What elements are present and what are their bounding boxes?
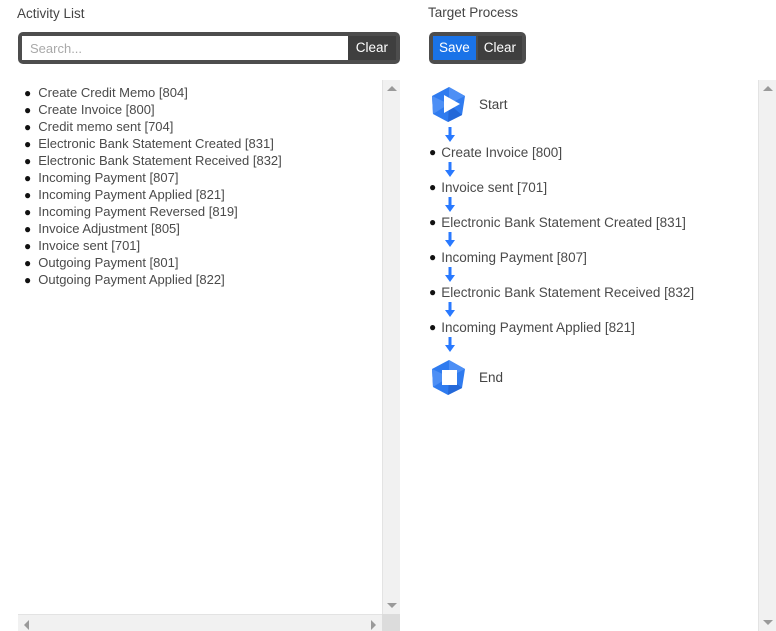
bullet-icon: ● [429,285,437,299]
activity-list-item[interactable]: ● Electronic Bank Statement Created [831] [18,135,381,152]
activity-list-item-label: Invoice sent [701] [38,238,141,253]
activity-list-pane[interactable]: ● Create Credit Memo [804] ● Create Invoice… [18,80,400,631]
bullet-icon: ● [24,86,32,100]
bullet-icon: ● [24,239,32,253]
scrollbar-corner [382,614,400,631]
activity-list-item[interactable]: ● Incoming Payment Applied [821] [18,186,381,203]
activity-list-item-label: Incoming Payment [807] [38,170,179,185]
target-process-title: Target Process [428,5,519,20]
bullet-icon: ● [429,250,437,264]
activity-list-item-label: Incoming Payment Reversed [819] [38,204,238,219]
app-root: Activity List Clear Target Process Save … [0,0,776,631]
activity-list-item-label: Create Invoice [800] [38,102,155,117]
process-step-label: Create Invoice [800] [441,144,563,160]
target-vertical-scrollbar[interactable] [758,80,776,631]
activity-list-item-label: Electronic Bank Statement Received [832] [38,153,282,168]
flow-connector [428,231,758,248]
process-step[interactable]: ● Incoming Payment Applied [821] [428,318,758,336]
bullet-icon: ● [429,145,437,159]
scroll-right-arrow-icon[interactable] [371,620,376,630]
target-process-flow: Start ● Create Invoice [800] ● Invoice sent… [428,80,758,631]
search-input[interactable] [22,36,348,60]
down-arrow-icon [445,301,455,317]
activity-list-title: Activity List [17,6,85,21]
activity-list-item[interactable]: ● Incoming Payment [807] [18,169,381,186]
activity-horizontal-scrollbar[interactable] [18,614,382,631]
scroll-up-arrow-icon[interactable] [387,86,397,91]
scroll-down-arrow-icon[interactable] [387,603,397,608]
process-step[interactable]: ● Electronic Bank Statement Created [831] [428,213,758,231]
flow-connector [428,161,758,178]
process-step[interactable]: ● Incoming Payment [807] [428,248,758,266]
bullet-icon: ● [24,256,32,270]
scroll-up-arrow-icon[interactable] [763,86,773,91]
bullet-icon: ● [429,215,437,229]
process-start-node[interactable]: Start [428,82,758,126]
activity-vertical-scrollbar[interactable] [382,80,400,614]
process-step-label: Invoice sent [701] [441,179,548,195]
start-node-icon [432,87,465,122]
bullet-icon: ● [24,137,32,151]
down-arrow-icon [445,231,455,247]
bullet-icon: ● [24,188,32,202]
activity-list-item-label: Incoming Payment Applied [821] [38,187,225,202]
search-bar: Clear [18,32,400,64]
process-start-label: Start [479,96,508,112]
flow-connector [428,301,758,318]
process-end-label: End [479,369,504,385]
target-clear-button[interactable]: Clear [477,36,523,60]
down-arrow-icon [445,196,455,212]
activity-list-item[interactable]: ● Credit memo sent [704] [18,118,381,135]
bullet-icon: ● [24,154,32,168]
activity-list-item[interactable]: ● Electronic Bank Statement Received [832… [18,152,381,169]
target-process-pane[interactable]: Start ● Create Invoice [800] ● Invoice sent… [428,80,776,631]
flow-connector [428,126,758,143]
bullet-icon: ● [24,273,32,287]
process-step-label: Incoming Payment Applied [821] [441,319,635,335]
activity-list-item[interactable]: ● Create Invoice [800] [18,101,381,118]
target-toolbar: Save Clear [429,32,527,64]
bullet-icon: ● [24,171,32,185]
bullet-icon: ● [24,103,32,117]
activity-list-item-label: Credit memo sent [704] [38,119,174,134]
activity-list-item-label: Create Credit Memo [804] [38,85,188,100]
process-step[interactable]: ● Invoice sent [701] [428,178,758,196]
process-end-node[interactable]: End [428,355,758,399]
activity-list-items: ● Create Credit Memo [804] ● Create Invoice… [18,80,381,613]
activity-list-item[interactable]: ● Outgoing Payment [801] [18,254,381,271]
down-arrow-icon [445,336,455,352]
activity-list-item[interactable]: ● Invoice sent [701] [18,237,381,254]
scroll-down-arrow-icon[interactable] [763,620,773,625]
flow-connector [428,196,758,213]
process-step[interactable]: ● Create Invoice [800] [428,143,758,161]
bullet-icon: ● [429,180,437,194]
activity-list-item-label: Electronic Bank Statement Created [831] [38,136,274,151]
process-step-label: Electronic Bank Statement Received [832] [441,284,695,300]
flow-connector [428,266,758,283]
activity-list-item[interactable]: ● Incoming Payment Reversed [819] [18,203,381,220]
bullet-icon: ● [429,320,437,334]
flow-connector [428,336,758,353]
bullet-icon: ● [24,222,32,236]
down-arrow-icon [445,126,455,142]
down-arrow-icon [445,266,455,282]
activity-list-item-label: Outgoing Payment Applied [822] [38,272,225,287]
activity-list-item-label: Invoice Adjustment [805] [38,221,180,236]
bullet-icon: ● [24,205,32,219]
activity-list-item[interactable]: ● Outgoing Payment Applied [822] [18,271,381,288]
search-clear-button[interactable]: Clear [347,36,396,60]
activity-list-item[interactable]: ● Invoice Adjustment [805] [18,220,381,237]
process-step-label: Electronic Bank Statement Created [831] [441,214,686,230]
end-node-icon [432,360,465,395]
scroll-left-arrow-icon[interactable] [24,620,29,630]
target-step-list: ● Create Invoice [800] ● Invoice sent [701]… [428,126,758,353]
process-step[interactable]: ● Electronic Bank Statement Received [832… [428,283,758,301]
activity-list-item[interactable]: ● Create Credit Memo [804] [18,84,381,101]
down-arrow-icon [445,161,455,177]
save-button[interactable]: Save [433,36,476,60]
bullet-icon: ● [24,120,32,134]
process-step-label: Incoming Payment [807] [441,249,587,265]
activity-list-item-label: Outgoing Payment [801] [38,255,179,270]
